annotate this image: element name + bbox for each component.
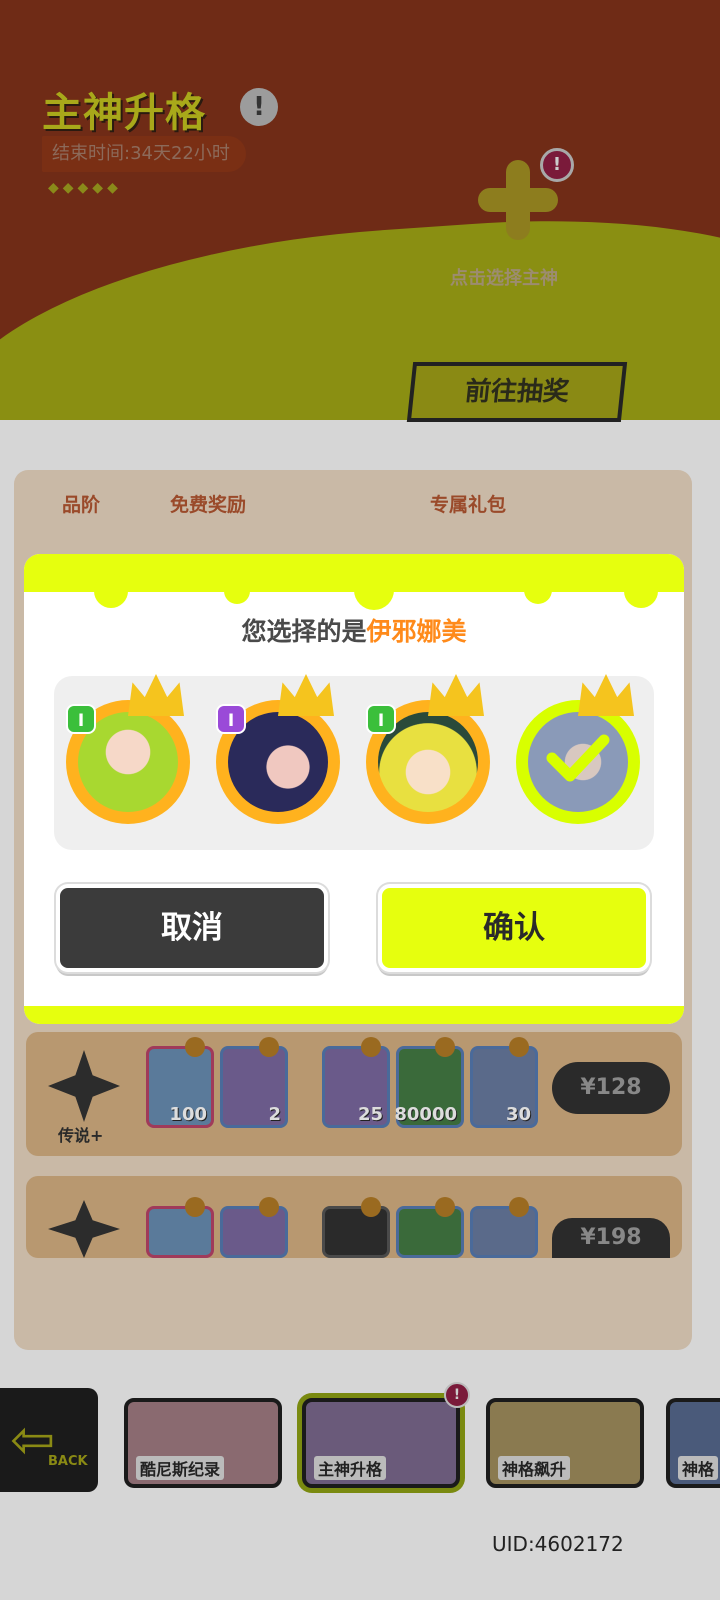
back-button[interactable]: ⇦ BACK (0, 1388, 98, 1492)
card-icon[interactable]: 30 (470, 1037, 538, 1128)
back-label: BACK (48, 1454, 88, 1469)
item-count: 30 (505, 1104, 531, 1125)
lock-icon (185, 1037, 205, 1057)
lock-icon (361, 1037, 381, 1057)
lock-icon (361, 1197, 381, 1217)
level-badge: I (366, 704, 396, 734)
price-button[interactable]: ¥128 (552, 1062, 670, 1114)
character-portrait-1[interactable]: I (66, 674, 190, 824)
selected-god-name: 伊邪娜美 (366, 617, 467, 646)
mystery-icon[interactable] (322, 1197, 390, 1258)
cash-icon[interactable]: 80000 (394, 1037, 464, 1128)
lock-icon (435, 1037, 455, 1057)
tab-kunis-record[interactable]: 酷尼斯纪录 (124, 1398, 282, 1488)
end-time-label: 结束时间:34天22小时 (42, 136, 246, 172)
checkmark-icon (546, 734, 610, 782)
ticket-icon[interactable] (220, 1197, 288, 1258)
crown-icon (128, 674, 184, 716)
lock-icon (185, 1197, 205, 1217)
crown-icon (428, 674, 484, 716)
diamond-icon[interactable]: 100 (146, 1037, 214, 1128)
diamond-icon[interactable] (146, 1197, 214, 1258)
level-badge: I (66, 704, 96, 734)
info-icon[interactable]: ! (240, 88, 278, 126)
character-portrait-4-selected[interactable] (516, 674, 640, 824)
slime-drip (94, 574, 128, 608)
crown-icon (578, 674, 634, 716)
go-draw-button[interactable]: 前往抽奖 (406, 362, 628, 422)
confirm-selection-dialog: 您选择的是伊邪娜美 I I I 取消 确认 (24, 554, 684, 1024)
character-portrait-3[interactable]: I (366, 674, 490, 824)
header-tier: 品阶 (62, 494, 101, 516)
tab-label: 主神升格 (314, 1456, 387, 1480)
slime-drip (524, 576, 552, 604)
slime-drip (354, 570, 394, 610)
select-notice-badge: ! (540, 148, 574, 182)
lock-icon (509, 1197, 529, 1217)
dialog-slime-border-bottom (24, 1006, 684, 1024)
price-button[interactable]: ¥198 (552, 1218, 670, 1258)
card-icon[interactable] (470, 1197, 538, 1258)
slime-drip (224, 578, 250, 604)
tab-label: 酷尼斯纪录 (136, 1456, 225, 1480)
lock-icon (435, 1197, 455, 1217)
tab-label: 神格 (678, 1456, 719, 1480)
item-count: 80000 (394, 1104, 457, 1125)
cash-icon[interactable] (396, 1197, 464, 1258)
page-title: 主神升格 (42, 90, 206, 136)
header-exclusive-pack: 专属礼包 (430, 494, 507, 516)
character-portrait-2[interactable]: I (216, 674, 340, 824)
tab-label: 神格飙升 (498, 1456, 571, 1480)
select-god-label[interactable]: 点击选择主神 (450, 264, 558, 290)
slime-drip (624, 574, 658, 608)
dialog-title-prefix: 您选择的是 (241, 617, 367, 646)
lock-icon (509, 1037, 529, 1057)
level-badge: I (216, 704, 246, 734)
item-count: 2 (268, 1104, 281, 1125)
item-count: 25 (357, 1104, 383, 1125)
tier-label: 传说+ (58, 1126, 104, 1145)
ticket-icon[interactable]: 25 (322, 1037, 390, 1128)
lock-icon (259, 1197, 279, 1217)
tab-divinity[interactable]: 神格 (666, 1398, 720, 1488)
item-count: 100 (169, 1104, 207, 1125)
tab-god-ascension[interactable]: 主神升格 (302, 1398, 460, 1488)
decor-dots: ◆◆◆◆◆ (48, 180, 122, 196)
cancel-button[interactable]: 取消 (56, 884, 328, 972)
header-free-reward: 免费奖励 (170, 494, 247, 516)
lock-icon (259, 1037, 279, 1057)
confirm-button[interactable]: 确认 (378, 884, 650, 972)
dialog-title: 您选择的是伊邪娜美 (24, 612, 684, 648)
ticket-icon[interactable]: 2 (220, 1037, 288, 1128)
tab-divinity-surge[interactable]: 神格飙升 (486, 1398, 644, 1488)
user-id-label: UID:4602172 (492, 1532, 624, 1556)
character-picker: I I I (54, 674, 654, 850)
tab-notice-badge: ! (444, 1382, 470, 1408)
crown-icon (278, 674, 334, 716)
